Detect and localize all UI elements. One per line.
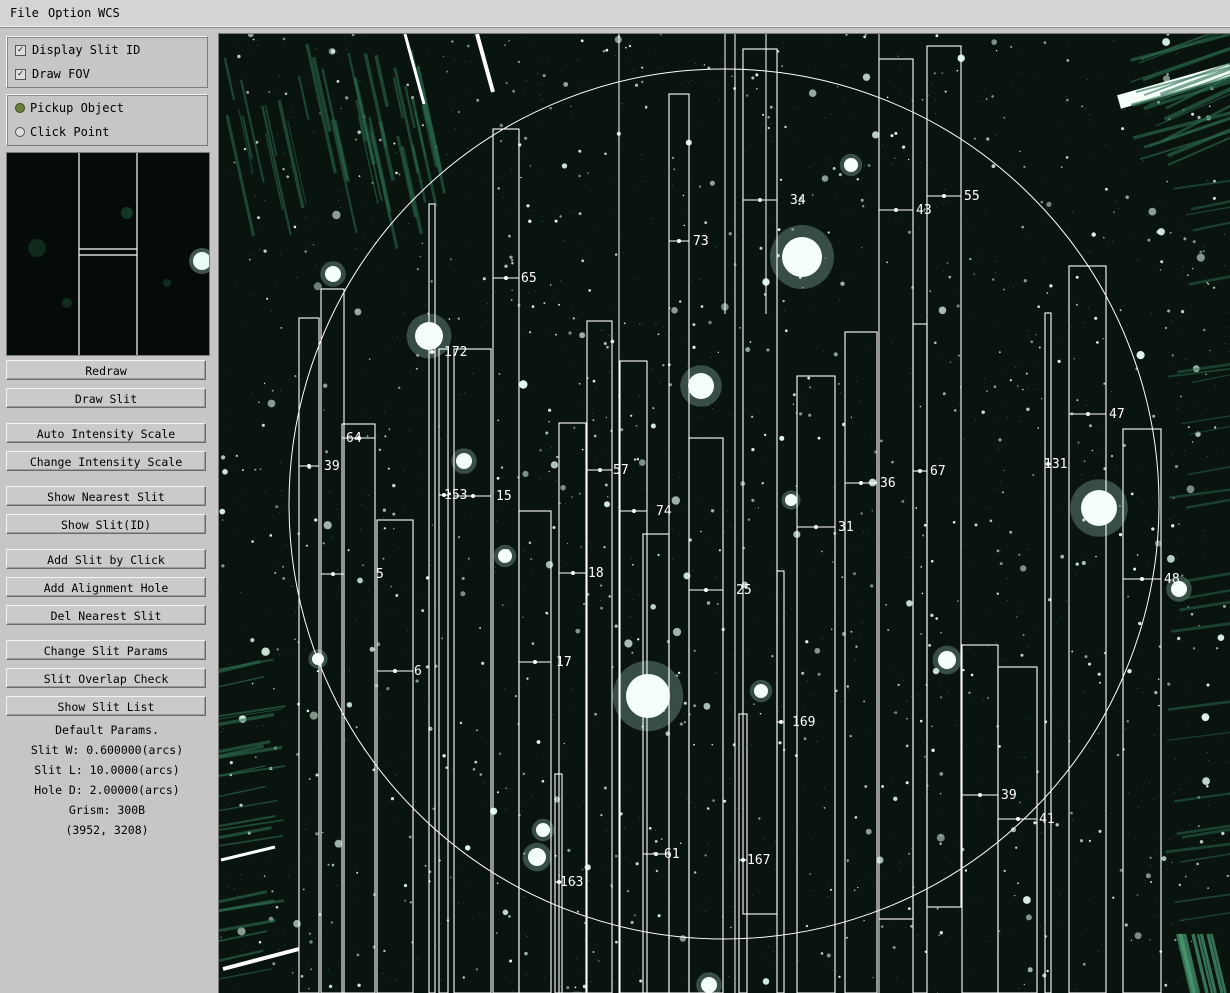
change-slit-params-button[interactable]: Change Slit Params	[6, 640, 206, 660]
slit-61[interactable]: 61	[643, 534, 680, 993]
slit-id-label: 67	[930, 464, 946, 479]
slit-id-label: 131	[1044, 457, 1067, 472]
cursor-coordinates: (3952, 3208)	[0, 820, 214, 840]
add-alignment-hole-button[interactable]: Add Alignment Hole	[6, 577, 206, 597]
slit-id-label: 39	[1001, 788, 1017, 803]
slit-131[interactable]: 131	[1044, 313, 1067, 993]
draw-slit-button[interactable]: Draw Slit	[6, 388, 206, 408]
slit-id-label: 55	[964, 189, 980, 204]
change-intensity-scale-button[interactable]: Change Intensity Scale	[6, 451, 206, 471]
slit-64[interactable]: 64	[342, 424, 375, 993]
slit-25[interactable]: 25	[689, 438, 752, 993]
slit-id-label: 47	[1109, 407, 1125, 422]
slit-length-value: Slit L: 10.0000(arcs)	[0, 760, 214, 780]
redraw-button[interactable]: Redraw	[6, 360, 206, 380]
slit-41[interactable]: 41	[998, 667, 1055, 993]
menu-file[interactable]: File	[10, 6, 39, 20]
zoom-preview-image	[7, 153, 209, 355]
sky-image[interactable]: 6517264391531556577418171637325613416916…	[219, 34, 1230, 993]
auto-intensity-scale-button[interactable]: Auto Intensity Scale	[6, 423, 206, 443]
slit-id-label: 25	[736, 583, 752, 598]
params-title: Default Params.	[0, 720, 214, 740]
radio-selected-icon	[15, 103, 25, 113]
radio-unselected-icon	[15, 127, 25, 137]
slit-id-label: 167	[747, 853, 770, 868]
slit-5[interactable]: 5	[321, 289, 384, 993]
slit-id-label: 17	[556, 655, 572, 670]
slit-id-label: 57	[613, 463, 629, 478]
default-params-panel: Default Params. Slit W: 0.600000(arcs) S…	[0, 720, 214, 840]
slit-id-label: 43	[916, 203, 932, 218]
slit-39[interactable]: 39	[299, 318, 340, 993]
show-slit-list-button[interactable]: Show Slit List	[6, 696, 206, 716]
slit-167[interactable]: 167	[739, 714, 770, 993]
slit-id-label: 41	[1039, 812, 1055, 827]
grism-value: Grism: 300B	[0, 800, 214, 820]
fov-circle	[289, 69, 1159, 939]
slit-id-label: 31	[838, 520, 854, 535]
slit-id-label: 65	[521, 271, 537, 286]
slit-id-label: 6	[414, 664, 422, 679]
del-nearest-slit-button[interactable]: Del Nearest Slit	[6, 605, 206, 625]
slit-id-label: 34	[790, 193, 806, 208]
checkmark-icon: ✓	[15, 69, 26, 80]
slit-57[interactable]: 57	[587, 321, 629, 993]
slit-17[interactable]: 17	[519, 511, 572, 993]
slit-169[interactable]: 169	[777, 571, 815, 993]
add-slit-by-click-button[interactable]: Add Slit by Click	[6, 549, 206, 569]
slit-id-label: 48	[1164, 572, 1180, 587]
slit-id-label: 18	[588, 566, 604, 581]
slit-34[interactable]: 34	[743, 49, 806, 914]
click-point-radio[interactable]: Click Point	[15, 124, 109, 140]
display-slit-id-checkbox[interactable]: ✓ Display Slit ID	[15, 42, 140, 58]
slit-overlap-check-button[interactable]: Slit Overlap Check	[6, 668, 206, 688]
menu-option[interactable]: Option	[48, 6, 91, 20]
slit-id-label: 39	[324, 459, 340, 474]
slit-id-label: 15	[496, 489, 512, 504]
draw-fov-checkbox[interactable]: ✓ Draw FOV	[15, 66, 90, 82]
slit-6[interactable]: 6	[377, 520, 422, 993]
slit-id-label: 169	[792, 715, 815, 730]
click-point-label: Click Point	[30, 125, 109, 139]
show-nearest-slit-button[interactable]: Show Nearest Slit	[6, 486, 206, 506]
menu-bar: File Option WCS	[0, 0, 1230, 28]
slit-18[interactable]: 18	[559, 423, 604, 993]
slit-153[interactable]: 153	[439, 349, 467, 993]
display-slit-id-label: Display Slit ID	[32, 43, 140, 57]
slit-id-label: 64	[346, 431, 362, 446]
slit-id-label: 61	[664, 847, 680, 862]
slit-id-label: 73	[693, 234, 709, 249]
hole-diameter-value: Hole D: 2.00000(arcs)	[0, 780, 214, 800]
show-slit-id-button[interactable]: Show Slit(ID)	[6, 514, 206, 534]
checkmark-icon: ✓	[15, 45, 26, 56]
sky-image-canvas[interactable]: 6517264391531556577418171637325613416916…	[218, 33, 1230, 993]
slit-id-label: 163	[560, 875, 583, 890]
control-panel: ✓ Display Slit ID ✓ Draw FOV Pickup Obje…	[0, 30, 214, 992]
menu-wcs[interactable]: WCS	[98, 6, 120, 20]
slit-id-label: 36	[880, 476, 896, 491]
slit-47[interactable]: 47	[1069, 266, 1125, 993]
click-mode-group: Pickup Object Click Point	[6, 94, 208, 146]
zoom-preview	[6, 152, 210, 356]
pickup-object-label: Pickup Object	[30, 101, 124, 115]
draw-fov-label: Draw FOV	[32, 67, 90, 81]
slit-36[interactable]: 36	[845, 332, 896, 993]
pickup-object-radio[interactable]: Pickup Object	[15, 100, 124, 116]
slit-48[interactable]: 48	[1123, 429, 1180, 993]
display-options-group: ✓ Display Slit ID ✓ Draw FOV	[6, 36, 208, 88]
slit-width-value: Slit W: 0.600000(arcs)	[0, 740, 214, 760]
slit-15[interactable]: 15	[454, 349, 512, 993]
